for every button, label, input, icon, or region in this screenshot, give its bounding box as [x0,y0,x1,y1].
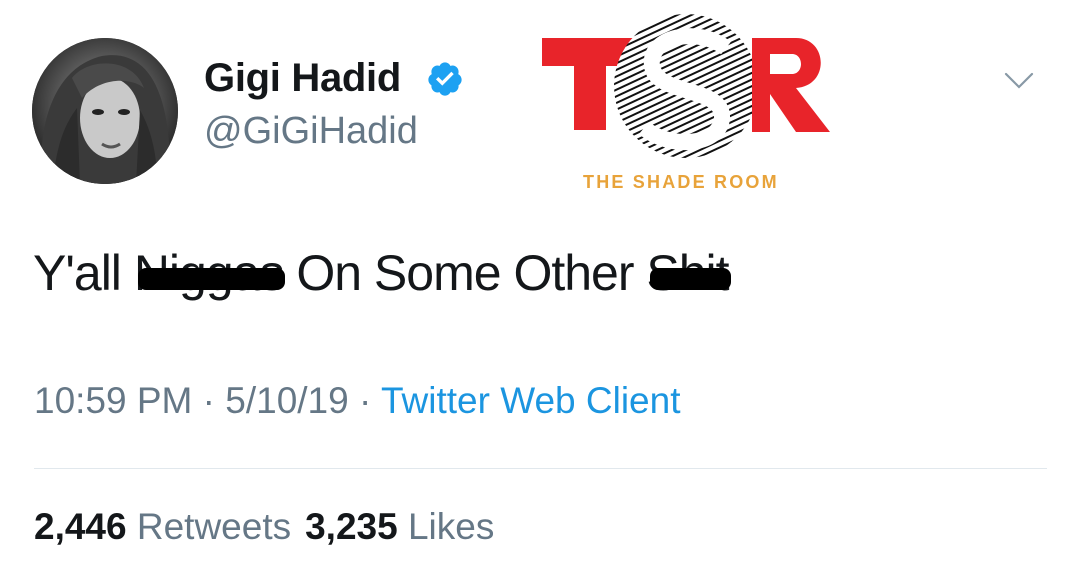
chevron-down-icon[interactable] [1003,70,1035,92]
logo-tagline: THE SHADE ROOM [583,172,779,192]
censored-word: Shit [646,245,731,301]
tweet-card: Gigi Hadid @GiGiHadid THE SHADE ROOM Y'a… [0,0,1077,567]
user-handle[interactable]: @GiGiHadid [204,110,418,153]
divider [34,468,1047,469]
shade-room-logo [542,14,830,158]
tweet-source-link[interactable]: Twitter Web Client [381,380,681,421]
display-name[interactable]: Gigi Hadid [204,56,401,101]
meta-separator: · [202,380,215,421]
tweet-stats: 2,446 Retweets 3,235 Likes [34,506,494,548]
meta-separator: · [359,380,372,421]
tweet-text-part: Y'all [33,245,134,301]
retweets-label[interactable]: Retweets [137,506,291,547]
likes-count[interactable]: 3,235 [305,506,398,547]
verified-badge-icon [428,62,462,96]
tweet-date[interactable]: 5/10/19 [225,380,348,421]
tweet-time[interactable]: 10:59 PM [34,380,192,421]
censored-word: Niggas [133,245,286,301]
tweet-text: Y'all Niggas On Some Other Shit [33,244,731,302]
tweet-meta: 10:59 PM · 5/10/19 · Twitter Web Client [34,380,680,422]
tweet-text-part: On Some Other [283,245,647,301]
avatar[interactable] [32,38,178,184]
likes-label[interactable]: Likes [408,506,494,547]
retweets-count[interactable]: 2,446 [34,506,127,547]
